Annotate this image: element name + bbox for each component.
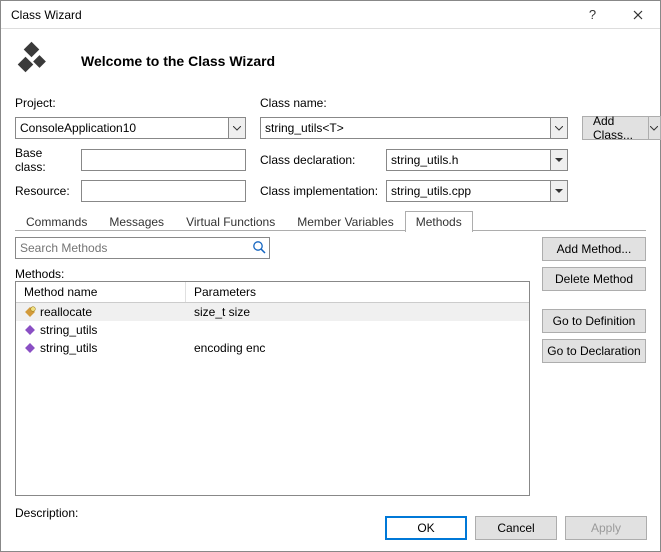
class-impl-input[interactable] (386, 180, 550, 202)
method-icon (24, 342, 36, 354)
base-class-input[interactable] (81, 149, 246, 171)
banner-title: Welcome to the Class Wizard (81, 53, 275, 69)
window-title: Class Wizard (11, 8, 82, 22)
project-label: Project: (15, 96, 246, 110)
tab-commands[interactable]: Commands (15, 211, 98, 232)
class-decl-label: Class declaration: (260, 153, 380, 167)
ok-button[interactable]: OK (385, 516, 467, 540)
table-row[interactable]: string_utils (16, 321, 529, 339)
add-method-button[interactable]: Add Method... (542, 237, 646, 261)
tab-methods[interactable]: Methods (405, 211, 473, 232)
method-icon (24, 306, 36, 318)
class-impl-label: Class implementation: (260, 184, 380, 198)
method-icon (24, 324, 36, 336)
method-name: reallocate (40, 305, 92, 319)
tab-virtual-functions[interactable]: Virtual Functions (175, 211, 286, 232)
method-name: string_utils (40, 341, 97, 355)
search-icon[interactable] (252, 240, 266, 254)
class-decl-input[interactable] (386, 149, 550, 171)
class-impl-combo[interactable] (386, 180, 568, 202)
base-class-label: Base class: (15, 146, 75, 174)
add-class-splitbutton[interactable]: Add Class... (582, 116, 661, 140)
wizard-icon (13, 39, 53, 82)
methods-table[interactable]: Method name Parameters reallocate size_t … (15, 281, 530, 496)
go-to-declaration-button[interactable]: Go to Declaration (542, 339, 646, 363)
class-name-label: Class name: (260, 96, 568, 110)
banner: Welcome to the Class Wizard (1, 29, 660, 96)
add-class-button[interactable]: Add Class... (582, 116, 648, 140)
method-params: size_t size (186, 304, 529, 320)
resource-input[interactable] (81, 180, 246, 202)
titlebar: Class Wizard ? (1, 1, 660, 29)
table-row[interactable]: reallocate size_t size (16, 303, 529, 321)
go-to-definition-button[interactable]: Go to Definition (542, 309, 646, 333)
cancel-button[interactable]: Cancel (475, 516, 557, 540)
chevron-down-icon[interactable] (228, 117, 246, 139)
method-params (186, 322, 529, 338)
class-name-combo[interactable] (260, 117, 568, 139)
help-button[interactable]: ? (570, 1, 615, 29)
close-button[interactable] (615, 1, 660, 29)
add-class-dropdown[interactable] (648, 116, 661, 140)
column-method-name[interactable]: Method name (16, 282, 186, 302)
methods-label: Methods: (15, 267, 530, 281)
close-icon (633, 10, 643, 20)
chevron-down-icon[interactable] (550, 117, 568, 139)
table-row[interactable]: string_utils encoding enc (16, 339, 529, 357)
apply-button[interactable]: Apply (565, 516, 647, 540)
tab-messages[interactable]: Messages (98, 211, 175, 232)
dialog-footer: OK Cancel Apply (385, 516, 647, 540)
project-combo[interactable] (15, 117, 246, 139)
project-input[interactable] (15, 117, 228, 139)
tab-bar: CommandsMessagesVirtual FunctionsMember … (15, 210, 646, 231)
class-name-input[interactable] (260, 117, 550, 139)
tab-member-variables[interactable]: Member Variables (286, 211, 404, 232)
method-params: encoding enc (186, 340, 529, 356)
search-input[interactable] (15, 237, 270, 259)
chevron-down-icon (650, 126, 658, 131)
chevron-down-icon[interactable] (550, 180, 568, 202)
column-parameters[interactable]: Parameters (186, 282, 529, 302)
delete-method-button[interactable]: Delete Method (542, 267, 646, 291)
chevron-down-icon[interactable] (550, 149, 568, 171)
resource-label: Resource: (15, 184, 75, 198)
method-name: string_utils (40, 323, 97, 337)
class-decl-combo[interactable] (386, 149, 568, 171)
